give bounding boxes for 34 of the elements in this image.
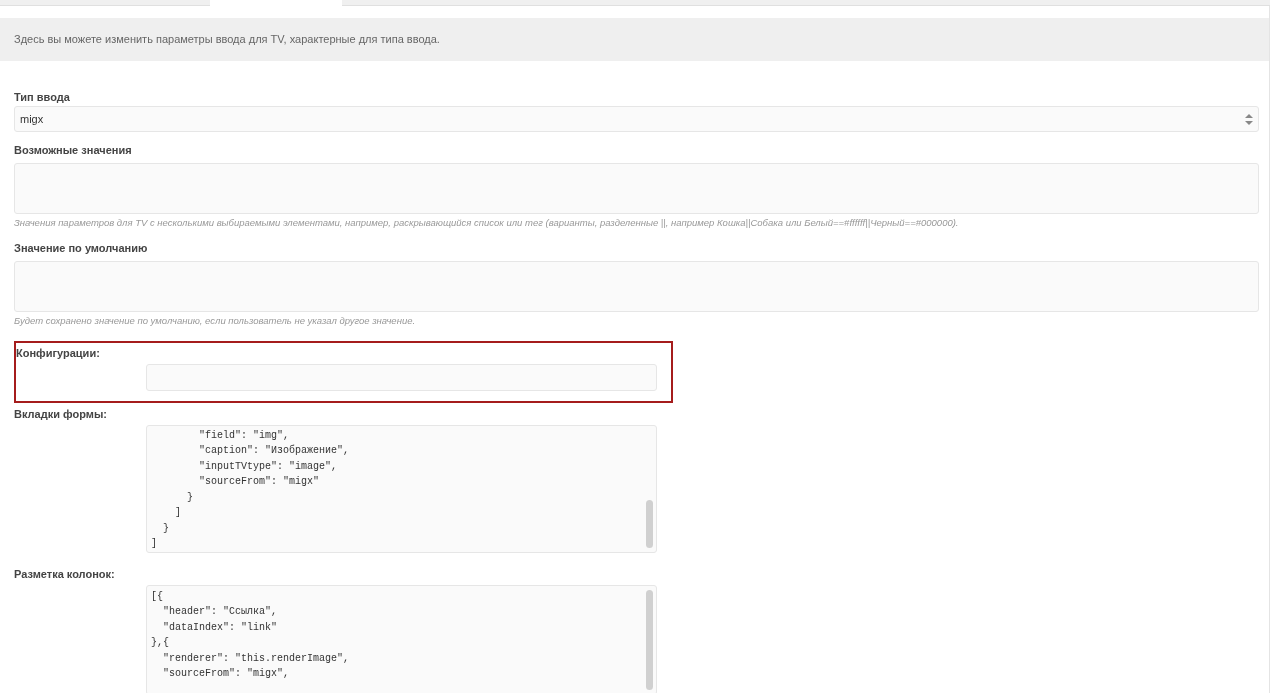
description-text: Здесь вы можете изменить параметры ввода для TV, характерные для типа ввода. [14,32,440,48]
help-text: Будет сохранено значение по умолчанию, если пользователь не указал другое значение. [14,314,417,329]
tab[interactable] [342,0,1270,6]
code-line: "header": "Ссылка", [162,605,279,619]
input-field[interactable] [146,363,657,391]
code-line: "dataIndex": "link" [162,620,279,635]
code-line: } [186,490,194,505]
code-line: [{ [151,589,164,604]
code-line: } [162,521,170,536]
code-line: ] [174,506,182,520]
code-line: },{ [151,636,170,650]
code-line: "caption": "Изображение", [198,443,351,458]
code-line: "renderer": "this.renderImage", [162,651,351,666]
code-line: ] [151,537,158,551]
select-field[interactable]: migx [14,106,1259,132]
field-label: Конфигурации: [16,345,101,361]
code-textarea[interactable]: "field": "img", "caption": "Изображение", "inputTVtype": "image", "sourceFrom": "migx" } ] } ] [146,424,657,553]
tab[interactable] [0,0,210,6]
scrollbar-thumb[interactable] [646,589,653,690]
code-line: "sourceFrom": "migx" [198,475,321,489]
code-textarea[interactable]: [{ "header": "Ссылка", "dataIndex": "link" },{ "renderer": "this.renderImage", "sourceFrom": "migx", [146,584,657,693]
field-label: Возможные значения [14,143,133,158]
code-line: "inputTVtype": "image", [198,459,339,474]
textarea-field[interactable] [14,261,1259,313]
code-line: "field": "img", [198,428,291,443]
field-label: Вкладки формы: [14,406,108,422]
field-label: Разметка колонок: [14,566,116,582]
field-label: Тип ввода [14,90,71,105]
code-line: "sourceFrom": "migx", [162,667,291,681]
sort-arrows-icon [1245,113,1253,125]
field-label: Значение по умолчанию [14,241,149,257]
scrollbar-thumb[interactable] [646,499,653,548]
textarea-field[interactable] [14,163,1259,214]
help-text: Значения параметров для TV с несколькими выбираемыми элементами, например, раскрывающийся список или тег (варианты, разделенные ||, например Кошка||Собака или Белый==#ffffff||Черный==#000000). [14,216,960,230]
